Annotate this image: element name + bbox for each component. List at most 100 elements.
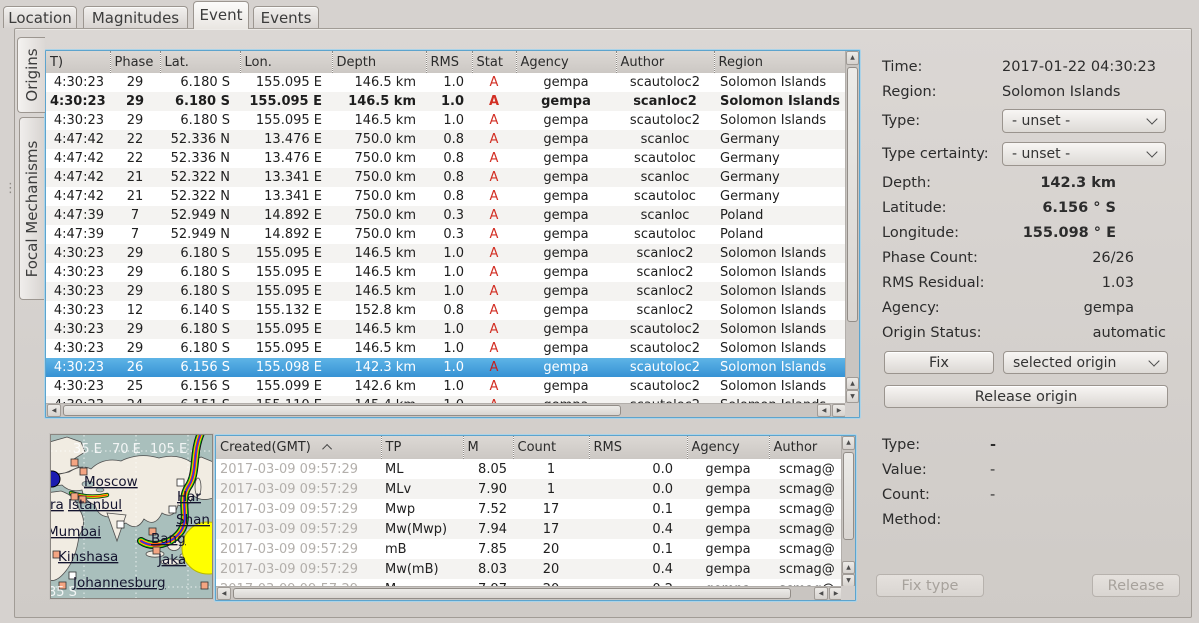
dropdown[interactable]: - unset - xyxy=(1002,142,1166,166)
scroll-right-icon[interactable]: ▶ xyxy=(832,404,846,417)
cell-phase: 29 xyxy=(110,263,160,282)
col-header-m[interactable]: M xyxy=(463,436,513,459)
table-row[interactable]: 4:30:23126.140 S155.132 E152.8 km0.8Agem… xyxy=(46,301,846,320)
table-row[interactable]: 2017-03-09 09:57:29MLv7.9010.0gempascmag… xyxy=(216,479,843,499)
field-value: Solomon Islands xyxy=(1002,84,1180,100)
scrollbar-thumb[interactable] xyxy=(63,405,621,416)
svg-text:105 E: 105 E xyxy=(150,442,187,457)
cell-region: Solomon Islands xyxy=(714,377,846,396)
field-value: 155.098 ° E xyxy=(1002,225,1180,241)
cell-stat: A xyxy=(472,244,516,263)
scroll-up-icon[interactable]: ▲ xyxy=(846,377,859,390)
fix-type-button[interactable]: Fix type xyxy=(876,574,984,597)
cell-rms: 1.0 xyxy=(426,244,472,263)
scroll-up-icon[interactable]: ▲ xyxy=(842,561,855,574)
table-row[interactable]: 4:30:23296.180 S155.095 E146.5 km1.0Agem… xyxy=(46,244,846,263)
cell-region: Poland xyxy=(714,206,846,225)
table-row[interactable]: 2017-03-09 09:57:29ML8.0510.0gempascmag@ xyxy=(216,459,843,479)
table-row[interactable]: 2017-03-09 09:57:29Mw(mB)8.03200.4gempas… xyxy=(216,559,843,579)
col-header-author[interactable]: Author xyxy=(769,436,843,459)
region-map[interactable]: 35 E 70 E 105 E 35 S Moscow ra Istanbul … xyxy=(50,434,213,599)
tab-location[interactable]: Location xyxy=(3,6,77,28)
scroll-up-icon[interactable]: ▲ xyxy=(842,436,855,450)
scrollbar-thumb[interactable] xyxy=(847,67,858,322)
scroll-down-icon[interactable]: ▼ xyxy=(846,390,859,403)
col-header-stat[interactable]: Stat xyxy=(472,51,516,73)
col-header-rms[interactable]: RMS xyxy=(426,51,472,73)
table-row[interactable]: 4:30:23296.180 S155.095 E146.5 km1.0Agem… xyxy=(46,111,846,130)
magnitudes-hscrollbar[interactable]: ◀ ◀ ▶ xyxy=(216,586,843,600)
tab-magnitudes[interactable]: Magnitudes xyxy=(83,6,188,28)
cell-agency: gempa xyxy=(516,206,616,225)
table-row[interactable]: 4:47:422252.336 N13.476 E750.0 km0.8Agem… xyxy=(46,149,846,168)
origin-selection-dropdown[interactable]: selected origin xyxy=(1003,351,1168,374)
scrollbar-thumb[interactable] xyxy=(233,588,791,599)
col-header-lat[interactable]: Lat. xyxy=(160,51,240,73)
col-header-author[interactable]: Author xyxy=(616,51,714,73)
cell-author: scautoloc2 xyxy=(616,377,714,396)
cell-region: Solomon Islands xyxy=(714,73,846,92)
col-header-phase[interactable]: Phase xyxy=(110,51,160,73)
cell-phase: 26 xyxy=(110,358,160,377)
table-row[interactable]: 4:30:23266.156 S155.098 E142.3 km1.0Agem… xyxy=(46,358,846,377)
origins-vscrollbar[interactable]: ▲ ▲ ▼ xyxy=(845,51,859,403)
scroll-left-icon[interactable]: ◀ xyxy=(817,404,831,417)
fix-button[interactable]: Fix xyxy=(884,351,994,374)
cell-created: 2017-03-09 09:57:29 xyxy=(216,539,381,559)
splitter-handle[interactable]: ⋮ xyxy=(4,186,17,192)
table-row[interactable]: 4:47:39752.949 N14.892 E750.0 km0.3Agemp… xyxy=(46,225,846,244)
table-row[interactable]: 4:30:23296.180 S155.095 E146.5 km1.0Agem… xyxy=(46,282,846,301)
col-header-created[interactable]: Created(GMT) xyxy=(216,436,381,459)
table-row[interactable]: 4:47:422252.336 N13.476 E750.0 km0.8Agem… xyxy=(46,130,846,149)
side-tab-focal-mechanisms[interactable]: Focal Mechanisms xyxy=(19,117,44,300)
magnitudes-vscrollbar[interactable]: ▲ ▲ ▼ xyxy=(841,436,855,587)
scroll-left-icon[interactable]: ◀ xyxy=(814,587,828,600)
col-header-lon[interactable]: Lon. xyxy=(240,51,332,73)
table-row[interactable]: 2017-03-09 09:57:29mB7.85200.1gempascmag… xyxy=(216,539,843,559)
table-row[interactable]: 4:30:23296.180 S155.095 E146.5 km1.0Agem… xyxy=(46,339,846,358)
release-button[interactable]: Release xyxy=(1092,574,1180,597)
scroll-up-icon[interactable]: ▲ xyxy=(846,51,859,65)
side-tab-origins[interactable]: Origins xyxy=(17,37,45,113)
table-row[interactable]: 2017-03-09 09:57:29Mwp7.52170.1gempascma… xyxy=(216,499,843,519)
col-header-agency[interactable]: Agency xyxy=(687,436,769,459)
cell-lon: 155.099 E xyxy=(240,377,332,396)
cell-depth: 145.4 km xyxy=(332,396,426,403)
cell-agency: gempa xyxy=(516,168,616,187)
dropdown[interactable]: - unset - xyxy=(1002,109,1166,133)
scroll-left-icon[interactable]: ◀ xyxy=(47,404,61,417)
release-origin-button[interactable]: Release origin xyxy=(884,385,1168,408)
cell-rms: 0.8 xyxy=(426,168,472,187)
col-header-agency[interactable]: Agency xyxy=(516,51,616,73)
col-header-rms[interactable]: RMS xyxy=(589,436,687,459)
col-header-depth[interactable]: Depth xyxy=(332,51,426,73)
table-row[interactable]: 4:30:23296.180 S155.095 E146.5 km1.0Agem… xyxy=(46,92,846,111)
origins-hscrollbar[interactable]: ◀ ◀ ▶ xyxy=(46,403,846,417)
field-label: Type: xyxy=(882,437,990,453)
cell-stat: A xyxy=(472,168,516,187)
cell-t: 4:30:23 xyxy=(46,396,110,403)
col-header-tp[interactable]: TP xyxy=(381,436,463,459)
table-row[interactable]: 4:47:422152.322 N13.341 E750.0 km0.8Agem… xyxy=(46,168,846,187)
cell-region: Solomon Islands xyxy=(714,263,846,282)
table-row[interactable]: 4:30:23296.180 S155.095 E146.5 km1.0Agem… xyxy=(46,320,846,339)
table-row[interactable]: 2017-03-09 09:57:29Mw(Mwp)7.94170.4gempa… xyxy=(216,519,843,539)
cell-m: 8.05 xyxy=(463,459,513,479)
table-row[interactable]: 4:30:23256.156 S155.099 E142.6 km1.0Agem… xyxy=(46,377,846,396)
cell-rms: 0.4 xyxy=(589,519,687,539)
col-header-time[interactable]: T) xyxy=(46,51,110,73)
col-header-region[interactable]: Region xyxy=(714,51,846,73)
field-row: Count:- xyxy=(882,482,1180,507)
scrollbar-thumb[interactable] xyxy=(843,452,854,540)
table-row[interactable]: 4:30:23246.151 S155.110 E145.4 km1.0Agem… xyxy=(46,396,846,403)
tab-events[interactable]: Events xyxy=(253,6,319,28)
col-header-count[interactable]: Count xyxy=(513,436,589,459)
scroll-left-icon[interactable]: ◀ xyxy=(217,587,231,600)
table-row[interactable]: 4:47:422152.322 N13.341 E750.0 km0.8Agem… xyxy=(46,187,846,206)
field-label: Latitude: xyxy=(882,200,1002,216)
table-row[interactable]: 4:30:23296.180 S155.095 E146.5 km1.0Agem… xyxy=(46,73,846,92)
table-row[interactable]: 4:47:39752.949 N14.892 E750.0 km0.3Agemp… xyxy=(46,206,846,225)
table-row[interactable]: 4:30:23296.180 S155.095 E146.5 km1.0Agem… xyxy=(46,263,846,282)
tab-event[interactable]: Event xyxy=(193,1,249,29)
cell-depth: 146.5 km xyxy=(332,92,426,111)
